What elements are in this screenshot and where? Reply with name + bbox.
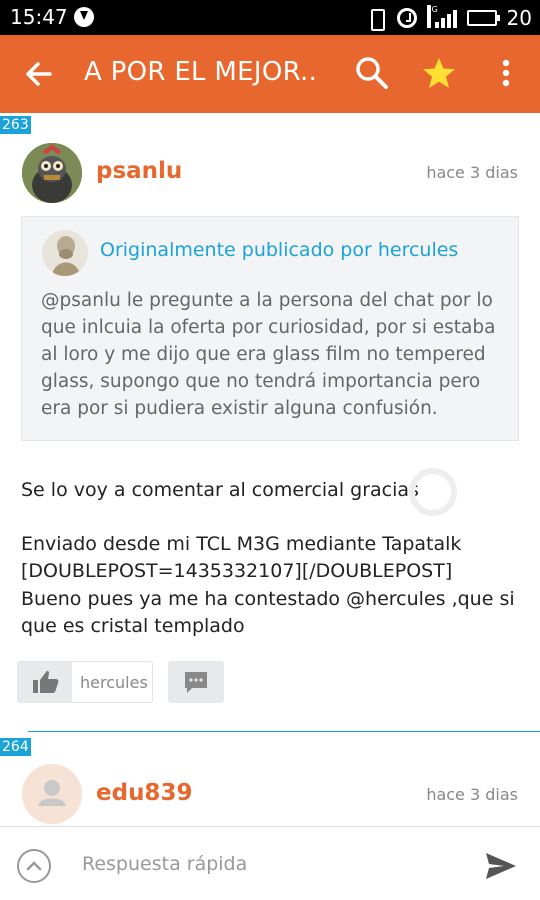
quote-line: @psanlu le pregunte a la persona del cha… [41, 290, 493, 311]
vibrate-icon [365, 8, 387, 31]
download-icon [74, 7, 94, 27]
avatar[interactable] [22, 764, 82, 824]
post-body-line: Se lo voy a comentar al comercial gracia… [21, 479, 419, 501]
post-date: hace 3 dias [426, 785, 518, 804]
battery-icon [466, 10, 500, 26]
post-body-line: Enviado desde mi TCL M3G mediante Tapata… [21, 533, 462, 555]
quote-avatar[interactable] [42, 230, 88, 276]
status-time: 15:47 [10, 5, 68, 29]
quote-avatar-image [42, 230, 88, 276]
comment-icon [185, 672, 207, 693]
quote-header: Originalmente publicado por hercules [100, 239, 459, 261]
thumbs-up-icon-area[interactable] [18, 662, 72, 702]
star-icon[interactable] [421, 55, 457, 91]
battery-level: 20 [506, 6, 532, 30]
back-arrow-icon[interactable] [22, 57, 56, 91]
more-vert-icon[interactable] [494, 55, 518, 91]
post-number: 264 [0, 738, 31, 756]
quick-reply-input[interactable]: Respuesta rápida [82, 853, 247, 875]
post-username[interactable]: psanlu [96, 158, 182, 184]
search-icon[interactable] [354, 55, 390, 91]
default-avatar-icon [22, 764, 82, 824]
post-body-line: [DOUBLEPOST=1435332107][/DOUBLEPOST] [21, 560, 453, 582]
avatar[interactable] [22, 143, 82, 203]
quick-reply-bar: Respuesta rápida [0, 826, 540, 900]
post-body-line: que es cristal templado [21, 615, 245, 637]
liked-by[interactable]: hercules [80, 673, 148, 692]
send-icon[interactable] [484, 851, 518, 881]
post-number: 263 [0, 116, 31, 134]
quote-line: glass, supongo que no tendrá importancia… [41, 371, 481, 392]
post-date: hace 3 dias [426, 163, 518, 182]
quote-line: que inlcuia la oferta por curiosidad, po… [41, 317, 496, 338]
quote-line: era por si pudiera existir alguna confus… [41, 398, 438, 419]
reply-button[interactable] [168, 661, 224, 703]
post-username[interactable]: edu839 [96, 780, 192, 806]
quote-line: al loro y me dijo que era glass film no … [41, 344, 486, 365]
alarm-icon [396, 8, 417, 28]
network-type: 4G [426, 5, 438, 28]
post-body-line: Bueno pues ya me ha contestado @hercules… [21, 588, 515, 610]
chevron-up-icon [26, 861, 42, 871]
app-bar: A POR EL MEJOR.. [0, 35, 540, 113]
like-button[interactable]: hercules [17, 661, 153, 703]
quote-block: Originalmente publicado por hercules @ps… [21, 216, 519, 441]
quote-text: @psanlu le pregunte a la persona del cha… [41, 287, 511, 422]
thumbs-up-icon [33, 670, 59, 693]
expand-up-icon[interactable] [17, 849, 51, 883]
signal-icon: 4G [426, 5, 457, 28]
thread-title: A POR EL MEJOR.. [84, 57, 318, 87]
avatar-image [22, 143, 82, 203]
status-bar: 15:47 4G 20 [0, 0, 540, 35]
loading-spinner [409, 468, 457, 516]
post-divider [28, 731, 540, 732]
